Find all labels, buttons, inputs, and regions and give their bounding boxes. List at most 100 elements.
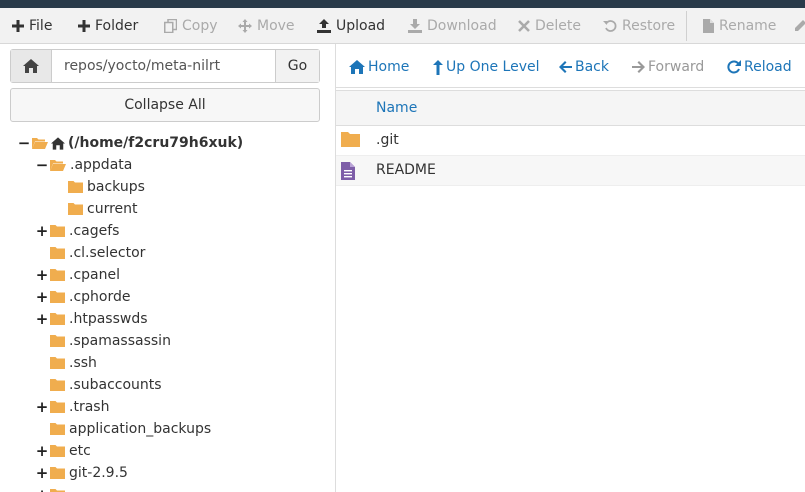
reload-button[interactable]: Reload [727,56,792,78]
tree-item-subaccounts[interactable]: .subaccounts [50,374,162,396]
path-bar: Go [10,49,320,83]
home-icon [349,60,365,74]
tree-item-trash[interactable]: + .trash [36,396,110,418]
directory-tree-panel: Go Collapse All − (/home/f2cru79h6xuk) −… [0,44,336,492]
tree-item-label: .ssh [69,355,97,371]
collapse-toggle-icon[interactable]: − [18,132,31,154]
folder-icon [50,401,65,413]
expand-toggle-icon[interactable]: + [36,396,49,418]
reload-icon [727,60,741,74]
tree-item-label: current [87,201,138,217]
upload-label: Upload [336,18,386,34]
tree-item-label: git-2.9.5 [69,465,128,481]
copy-button[interactable]: Copy [164,8,218,43]
download-icon [408,19,422,33]
tree-item-cagefs[interactable]: + .cagefs [36,220,120,242]
tree-item-cphorde[interactable]: + .cphorde [36,286,131,308]
back-button[interactable]: Back [559,56,609,78]
restore-label: Restore [622,18,676,34]
pencil-icon [795,20,805,31]
navigation-bar: Home Up One Level Back Forward Reload [336,44,805,88]
restore-button[interactable]: Restore [603,8,676,43]
tree-root-label: (/home/f2cru79h6xuk) [68,135,244,151]
tree-item-label: application_backups [69,421,212,437]
tree-item-label: .htpasswds [69,311,148,327]
delete-label: Delete [535,18,581,34]
tree-item-appdata[interactable]: − .appdata [36,154,133,176]
expand-toggle-icon[interactable]: + [36,484,49,492]
tree-item-partial[interactable]: + [36,484,65,492]
forward-button[interactable]: Forward [632,56,704,78]
home-nav-button[interactable]: Home [349,56,409,78]
arrow-left-icon [559,61,572,73]
rename-button[interactable]: Rename [703,8,777,43]
folder-icon [50,225,65,237]
tree-item-current[interactable]: current [68,198,138,220]
name-column-header[interactable]: Name [376,100,417,116]
tree-item-cl-selector[interactable]: .cl.selector [50,242,145,264]
move-button[interactable]: Move [238,8,295,43]
collapse-toggle-icon[interactable]: − [36,154,49,176]
tree-item-label: .subaccounts [69,377,162,393]
tree-item-label: .appdata [70,157,133,173]
top-header-bar [0,0,805,8]
open-folder-icon [50,159,66,171]
expand-toggle-icon[interactable]: + [36,462,49,484]
forward-label: Forward [648,59,705,75]
expand-toggle-icon[interactable]: + [36,264,49,286]
expand-toggle-icon[interactable]: + [36,220,49,242]
tree-item-label: .cphorde [69,289,131,305]
tree-item-label: etc [69,443,91,459]
upload-button[interactable]: Upload [317,8,386,43]
reload-label: Reload [744,59,792,75]
tree-item-label: .spamassassin [69,333,171,349]
file-list-header: Name [336,90,805,126]
tree-item-label: .cl.selector [69,245,146,261]
move-label: Move [257,18,295,34]
file-name: README [376,162,436,178]
tree-item-backups[interactable]: backups [68,176,145,198]
new-file-button[interactable]: File [12,8,52,43]
home-nav-label: Home [368,59,410,75]
tree-item-spamassassin[interactable]: .spamassassin [50,330,171,352]
file-row[interactable]: README [336,156,805,186]
expand-toggle-icon[interactable]: + [36,308,49,330]
tree-root[interactable]: − (/home/f2cru79h6xuk) [18,132,243,154]
tree-item-cpanel[interactable]: + .cpanel [36,264,120,286]
tree-item-ssh[interactable]: .ssh [50,352,97,374]
folder-icon [50,313,65,325]
file-name: .git [376,132,399,148]
restore-icon [603,20,617,32]
path-input[interactable] [52,50,275,82]
copy-icon [164,19,177,33]
download-label: Download [427,18,497,34]
edit-button[interactable] [793,8,805,43]
expand-toggle-icon[interactable]: + [36,440,49,462]
expand-toggle-icon[interactable]: + [36,286,49,308]
toolbar-divider [686,11,687,41]
plus-icon [12,20,24,32]
go-button[interactable]: Go [275,50,319,82]
delete-button[interactable]: Delete [518,8,581,43]
file-row[interactable]: .git [336,126,805,156]
new-folder-label: Folder [95,18,139,34]
level-up-icon [433,59,443,75]
tree-item-application-backups[interactable]: application_backups [50,418,211,440]
rename-label: Rename [719,18,777,34]
collapse-all-button[interactable]: Collapse All [10,88,320,122]
folder-icon [50,379,65,391]
upload-icon [317,19,331,33]
folder-icon [50,291,65,303]
tree-item-label: .trash [69,399,110,415]
tree-item-htpasswds[interactable]: + .htpasswds [36,308,148,330]
new-folder-button[interactable]: Folder [78,8,139,43]
tree-item-etc[interactable]: + etc [36,440,91,462]
path-home-button[interactable] [11,50,52,82]
download-button[interactable]: Download [408,8,497,43]
arrow-right-icon [632,61,645,73]
file-manager-toolbar: File Folder Copy Move Upload Download De… [0,8,805,44]
up-one-level-button[interactable]: Up One Level [433,56,540,78]
tree-item-git[interactable]: + git-2.9.5 [36,462,128,484]
file-text-icon [341,162,355,180]
delete-x-icon [518,20,530,32]
